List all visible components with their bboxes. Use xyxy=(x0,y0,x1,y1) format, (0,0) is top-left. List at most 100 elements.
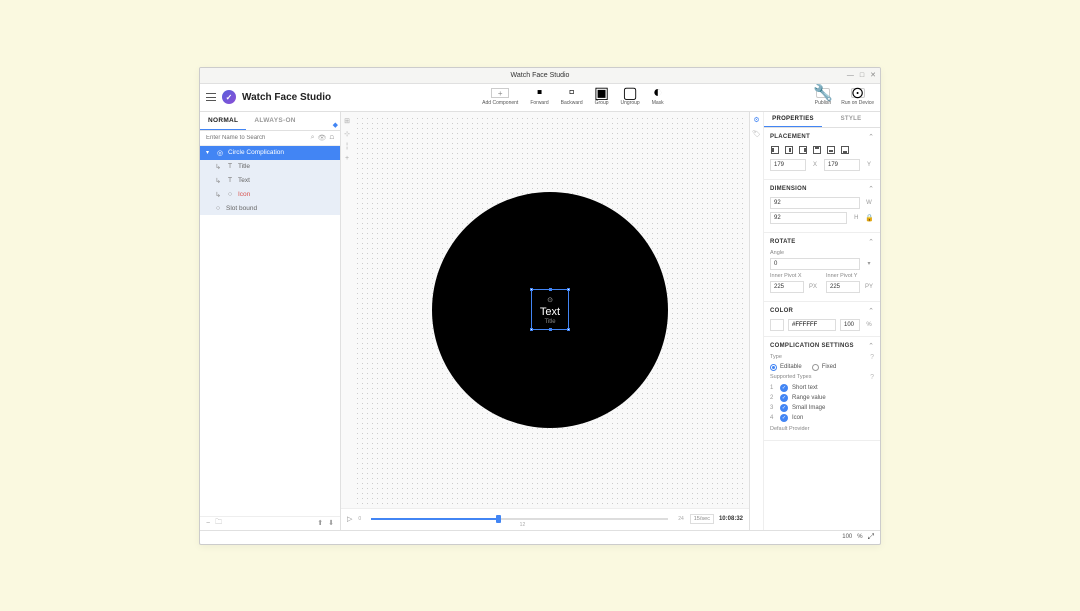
app-window: Watch Face Studio — □ ✕ ✓ Watch Face Stu… xyxy=(199,67,881,545)
check-icon: ✓ xyxy=(780,414,788,422)
hamburger-icon[interactable] xyxy=(206,93,216,101)
window-title: Watch Face Studio xyxy=(511,72,570,79)
radio-editable[interactable]: Editable xyxy=(770,364,802,371)
chevron-up-icon[interactable]: ⌃ xyxy=(868,133,874,141)
add-component-button[interactable]: + Add Component xyxy=(482,88,518,106)
timeline-thumb[interactable] xyxy=(496,515,501,523)
placement-y-input[interactable]: 179 xyxy=(824,159,860,171)
chevron-up-icon[interactable]: ⌃ xyxy=(868,185,874,193)
section-dimension: DIMENSION ⌃ 92 W 92 H 🔒 xyxy=(764,180,880,233)
minus-icon[interactable]: − xyxy=(206,520,210,527)
maximize-icon[interactable]: □ xyxy=(860,72,864,79)
tab-always-on[interactable]: ALWAYS-ON xyxy=(246,112,303,130)
pivot-x-input[interactable]: 225 xyxy=(770,281,804,293)
supported-type-short-text[interactable]: 1 ✓ Short text xyxy=(770,384,874,392)
align-bottom-button[interactable] xyxy=(840,145,850,155)
search-input[interactable] xyxy=(206,135,308,141)
check-icon: ✓ xyxy=(780,394,788,402)
properties-toggle-icon[interactable]: ⚙ xyxy=(753,116,759,124)
guide-icon[interactable]: ¦ xyxy=(346,143,348,150)
group-button[interactable]: ▣ Group xyxy=(595,88,609,106)
device-icon: ⊙ xyxy=(851,88,865,98)
chevron-up-icon[interactable]: ⌃ xyxy=(868,342,874,350)
layer-text[interactable]: ↳ T Text xyxy=(200,174,340,188)
dimension-h-input[interactable]: 92 xyxy=(770,212,847,224)
tab-style[interactable]: STYLE xyxy=(822,112,880,127)
group-icon: ▣ xyxy=(596,88,608,98)
zoom-value[interactable]: 100 xyxy=(842,534,852,540)
backward-button[interactable]: ▫ Backward xyxy=(561,88,583,106)
pivot-y-input[interactable]: 225 xyxy=(826,281,860,293)
color-hex-input[interactable]: #FFFFFF xyxy=(788,319,836,331)
lock-aspect-icon[interactable]: 🔒 xyxy=(865,214,874,222)
toolbar: ✓ Watch Face Studio + Add Component ▪ Fo… xyxy=(200,84,880,112)
timeline: ▷ 0 12 24 15/sec 10:08:32 xyxy=(341,508,749,530)
align-center-h-button[interactable] xyxy=(784,145,794,155)
forward-icon: ▪ xyxy=(533,88,545,98)
supported-type-icon[interactable]: 4 ✓ Icon xyxy=(770,414,874,422)
minimize-icon[interactable]: — xyxy=(847,72,854,79)
layer-icon[interactable]: ↳ ○ Icon xyxy=(200,188,340,202)
supported-type-range-value[interactable]: 2 ✓ Range value xyxy=(770,394,874,402)
layer-slot-bound[interactable]: ○ Slot bound xyxy=(200,202,340,215)
plus-icon: + xyxy=(491,88,509,98)
align-center-v-button[interactable] xyxy=(826,145,836,155)
rotate-angle-input[interactable]: 0 xyxy=(770,258,860,270)
play-icon[interactable]: ▷ xyxy=(347,515,352,523)
watch-face[interactable]: ⊙ Text Title xyxy=(432,192,668,428)
tab-properties[interactable]: PROPERTIES xyxy=(764,112,822,127)
close-icon[interactable]: ✕ xyxy=(870,72,876,79)
align-left-button[interactable] xyxy=(770,145,780,155)
chevron-up-icon[interactable]: ⌃ xyxy=(868,238,874,246)
align-right-button[interactable] xyxy=(798,145,808,155)
lock-icon[interactable]: ⩍ xyxy=(329,134,334,142)
mask-button[interactable]: ◐ Mask xyxy=(652,88,664,106)
wrench-icon: 🔧 xyxy=(816,88,830,98)
run-on-device-button[interactable]: ⊙ Run on Device xyxy=(841,88,874,106)
color-opacity-input[interactable]: 100 xyxy=(840,319,860,331)
angle-stepper-icon[interactable]: ▾ xyxy=(864,260,874,267)
canvas[interactable]: ⊙ Text Title xyxy=(355,116,745,504)
color-swatch[interactable] xyxy=(770,319,784,331)
tag-icon[interactable]: 🏷 xyxy=(752,130,761,138)
mask-icon: ◐ xyxy=(652,88,664,98)
folder-icon[interactable]: 🗀 xyxy=(215,518,222,529)
grid-icon[interactable]: ⊞ xyxy=(344,117,350,125)
supported-type-small-image[interactable]: 3 ✓ Small Image xyxy=(770,404,874,412)
align-top-button[interactable] xyxy=(812,145,822,155)
radio-fixed[interactable]: Fixed xyxy=(812,364,837,371)
section-rotate: ROTATE ⌃ Angle 0 ▾ Inner Pivot X xyxy=(764,233,880,302)
layer-stack-icon[interactable]: ◆ xyxy=(333,122,338,129)
selection-box[interactable]: ⊙ Text Title xyxy=(531,289,569,330)
app-logo-icon: ✓ xyxy=(222,90,236,104)
fullscreen-icon[interactable]: ⤢ xyxy=(868,532,874,542)
section-color: COLOR ⌃ #FFFFFF 100 % xyxy=(764,302,880,337)
info-icon[interactable]: ? xyxy=(870,354,874,361)
placement-x-input[interactable]: 179 xyxy=(770,159,806,171)
forward-button[interactable]: ▪ Forward xyxy=(530,88,548,106)
ungroup-button[interactable]: ▢ Ungroup xyxy=(621,88,640,106)
timeline-slider[interactable]: 12 xyxy=(371,518,668,520)
add-icon[interactable]: + xyxy=(345,155,349,162)
complication-icon: ◎ xyxy=(216,149,224,157)
titlebar: Watch Face Studio — □ ✕ xyxy=(200,68,880,84)
sort-up-icon[interactable]: ⬆ xyxy=(317,519,323,527)
canvas-area: ⊞ ⊹ ¦ + ⊙ Text Title ▷ 0 xyxy=(341,112,749,530)
chevron-up-icon[interactable]: ⌃ xyxy=(868,307,874,315)
text-icon: T xyxy=(226,177,234,184)
snap-icon[interactable]: ⊹ xyxy=(344,130,350,138)
dimension-w-input[interactable]: 92 xyxy=(770,197,860,209)
info-icon[interactable]: ? xyxy=(870,374,874,381)
chevron-down-icon: ▾ xyxy=(206,149,212,156)
app-name: Watch Face Studio xyxy=(242,92,331,103)
tab-normal[interactable]: NORMAL xyxy=(200,112,246,130)
layer-title[interactable]: ↳ T Title xyxy=(200,160,340,174)
visibility-icon[interactable]: 👁 xyxy=(318,134,327,142)
check-icon: ✓ xyxy=(780,384,788,392)
timeline-time: 10:08:32 xyxy=(719,516,743,522)
sort-down-icon[interactable]: ⬇ xyxy=(328,519,334,527)
publish-button[interactable]: 🔧 Publish xyxy=(815,88,831,106)
fps-select[interactable]: 15/sec xyxy=(690,514,714,524)
layer-circle-complication[interactable]: ▾ ◎ Circle Complication xyxy=(200,146,340,160)
search-icon[interactable]: ⌕ xyxy=(311,134,315,142)
